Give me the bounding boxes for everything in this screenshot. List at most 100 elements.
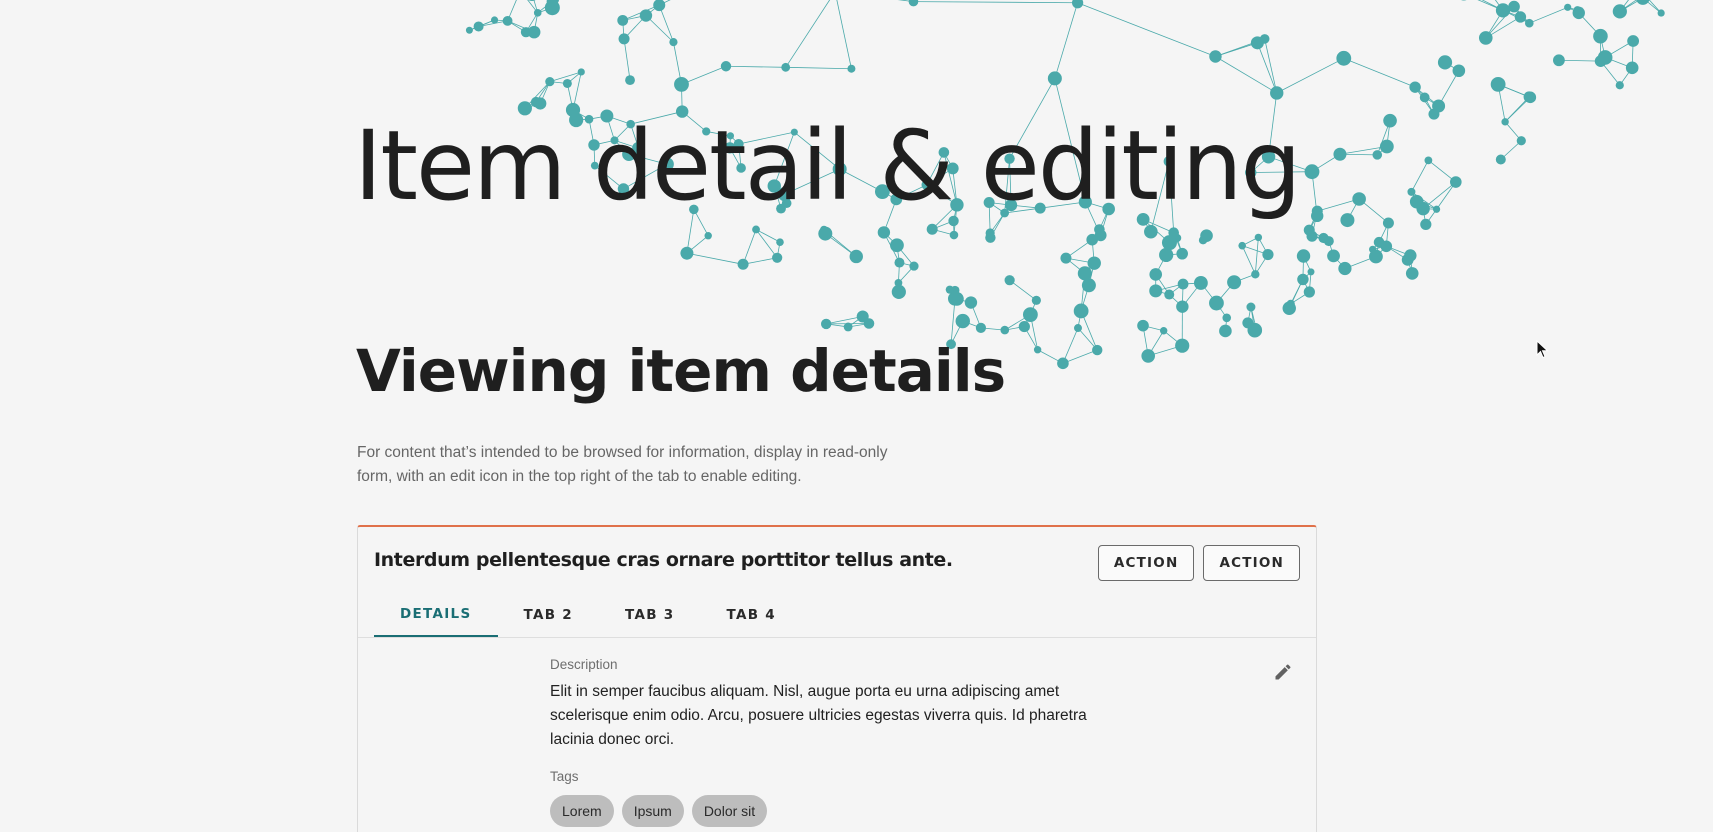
network-link (1605, 57, 1633, 69)
tag-chip[interactable]: Dolor sit (691, 795, 768, 827)
network-link (932, 220, 954, 230)
network-link (1302, 271, 1312, 280)
network-node (1259, 34, 1270, 44)
network-link (622, 20, 625, 39)
network-node (1495, 154, 1506, 165)
network-link (755, 229, 781, 243)
network-link (1155, 283, 1184, 292)
network-link (1163, 330, 1183, 346)
network-link (645, 15, 674, 43)
tab-details[interactable]: DETAILS (374, 593, 498, 637)
network-link (1023, 326, 1038, 350)
network-link (537, 1, 552, 14)
network-link (1309, 229, 1324, 239)
network-node (1369, 249, 1383, 264)
network-link (1264, 38, 1278, 94)
network-link (551, 0, 554, 2)
network-node (1247, 322, 1263, 338)
network-node (1000, 325, 1010, 335)
network-link (1303, 255, 1312, 273)
network-node (1254, 233, 1263, 242)
network-node (1407, 187, 1416, 196)
network-node (752, 225, 760, 234)
network-link (686, 235, 709, 254)
network-link (1029, 314, 1039, 350)
network-link (1485, 16, 1521, 39)
network-link (742, 229, 757, 265)
network-node (1615, 81, 1624, 90)
network-link (525, 12, 539, 33)
network-node (1495, 3, 1511, 18)
network-link (1385, 223, 1389, 247)
network-node (1159, 327, 1168, 335)
network-node (1057, 357, 1069, 370)
network-link (896, 244, 915, 267)
network-node (680, 246, 694, 260)
network-link (551, 1, 553, 8)
network-link (1004, 314, 1031, 331)
tag-chip[interactable]: Ipsum (621, 795, 684, 827)
tab-2[interactable]: TAB 2 (498, 593, 600, 637)
network-link (1619, 0, 1629, 12)
network-node (1209, 295, 1224, 311)
network-node (562, 78, 572, 88)
network-node (1594, 55, 1607, 68)
description-label: Description (550, 657, 618, 672)
network-node (737, 258, 749, 270)
network-node (720, 61, 732, 72)
network-link (1311, 235, 1324, 239)
network-link (1169, 283, 1184, 295)
network-link (883, 232, 898, 246)
card-title: Interdum pellentesque cras ornare portti… (374, 549, 953, 571)
network-link (1358, 198, 1389, 224)
edit-button[interactable] (1270, 659, 1296, 685)
network-node (490, 16, 499, 24)
network-node (1612, 4, 1627, 19)
network-link (546, 0, 552, 3)
action-button-1[interactable]: ACTION (1097, 545, 1195, 581)
network-link (1099, 229, 1102, 236)
network-link (1372, 249, 1377, 257)
network-link (566, 83, 574, 111)
network-link (1376, 146, 1388, 156)
network-link (1444, 62, 1460, 72)
network-link (1414, 86, 1425, 98)
network-node (1338, 261, 1352, 276)
network-link (622, 15, 647, 21)
action-button-2[interactable]: ACTION (1203, 545, 1300, 581)
network-link (533, 12, 539, 33)
network-link (673, 42, 682, 85)
tab-4[interactable]: TAB 4 (701, 593, 803, 637)
network-node (1282, 301, 1296, 315)
network-link (1604, 40, 1634, 58)
network-node (950, 285, 960, 295)
network-link (658, 4, 674, 43)
network-link (823, 229, 857, 257)
network-node (908, 0, 919, 7)
section-intro-text: For content that’s intended to be browse… (357, 444, 888, 485)
network-link (1080, 273, 1086, 311)
network-link (1433, 105, 1439, 115)
network-node (847, 64, 856, 73)
network-link (725, 65, 786, 68)
network-link (1147, 330, 1165, 357)
network-node (926, 223, 938, 235)
network-link (1513, 6, 1521, 18)
network-link (1311, 171, 1318, 216)
network-link (862, 316, 870, 324)
network-link (1497, 84, 1531, 98)
network-link (1414, 86, 1435, 115)
network-node (1297, 273, 1309, 286)
network-link (1414, 86, 1439, 107)
network-node (1369, 245, 1377, 254)
network-link (836, 0, 852, 69)
network-node (1033, 346, 1042, 354)
network-node (1092, 344, 1103, 356)
tag-chip[interactable]: Lorem (550, 795, 614, 827)
tab-3[interactable]: TAB 3 (599, 593, 701, 637)
network-node (1404, 249, 1417, 262)
network-link (1376, 120, 1391, 156)
network-node (534, 97, 547, 110)
network-node (1149, 284, 1163, 298)
network-link (1084, 262, 1095, 274)
